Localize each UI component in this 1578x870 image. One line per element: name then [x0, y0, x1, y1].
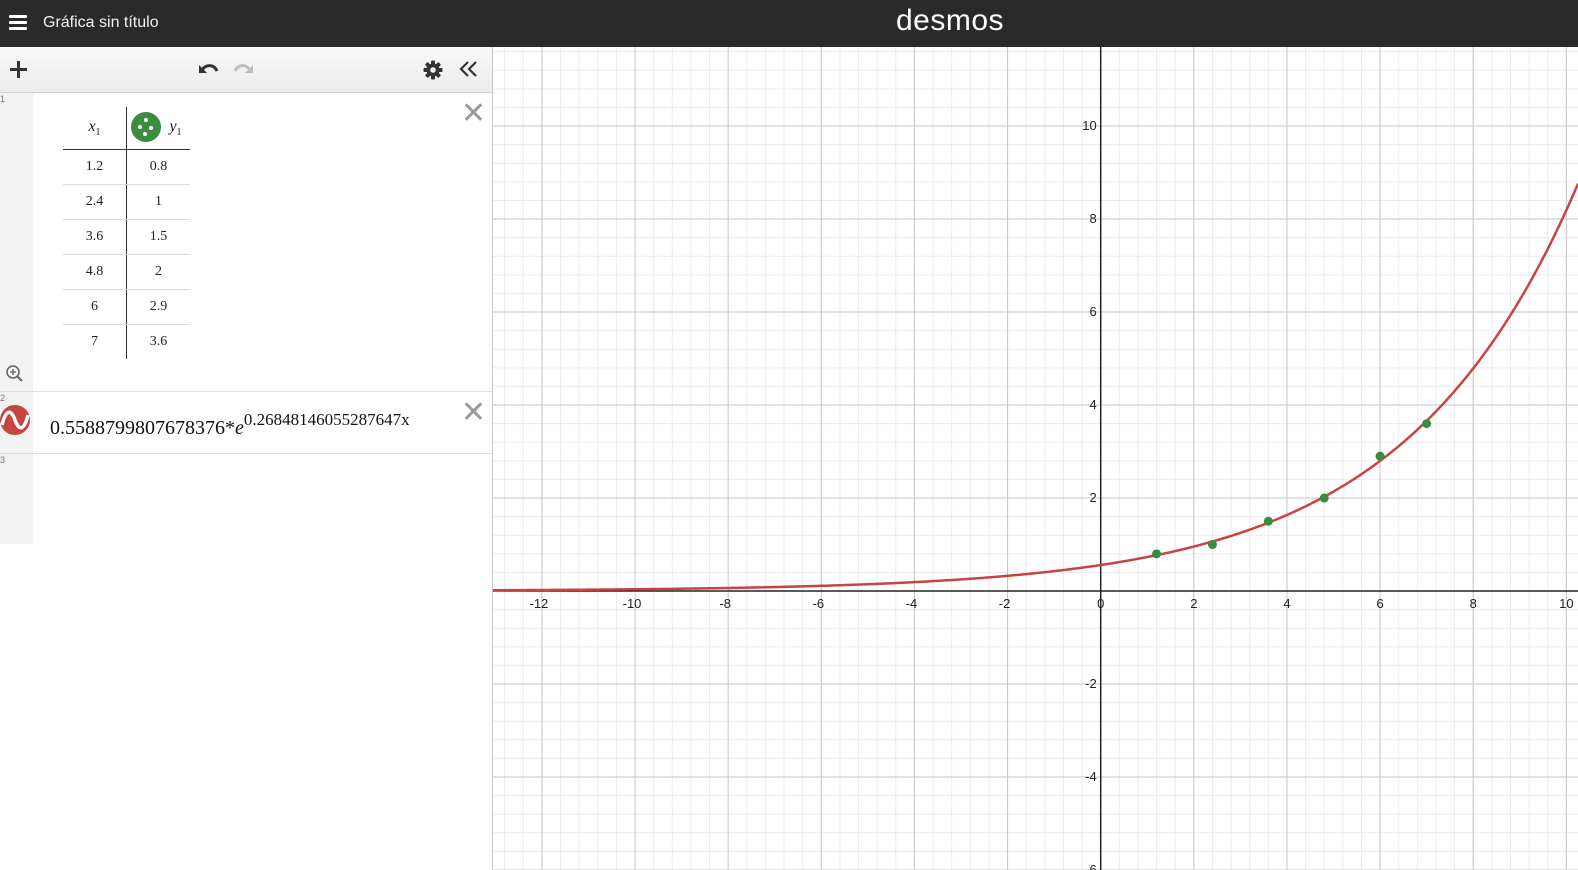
x-tick-label: 8 [1470, 596, 1477, 611]
table-row: 4.8 2 [63, 254, 190, 290]
expression-toolbar [0, 47, 492, 93]
expression-empty-row[interactable]: 3 [0, 454, 492, 544]
collapse-panel-icon[interactable] [458, 60, 480, 78]
table-cell[interactable]: 0.8 [126, 149, 190, 185]
data-point [1319, 493, 1329, 503]
data-table: x1 y1 1.2 0.8 2.4 1 3.6 1.5 4.8 2 6 2.9 … [63, 107, 190, 359]
x-tick-label: 6 [1376, 596, 1383, 611]
data-point [1422, 419, 1432, 429]
table-cell[interactable]: 6 [63, 289, 127, 325]
y-tick-label: 4 [1089, 397, 1096, 412]
exponential-curve [493, 183, 1578, 592]
x-tick-label: 2 [1190, 596, 1197, 611]
table-cell[interactable]: 1.2 [63, 149, 127, 185]
y-tick-label: 10 [1082, 118, 1096, 133]
delete-expression-icon[interactable]: ✕ [461, 398, 486, 428]
add-expression-icon[interactable] [9, 60, 28, 79]
desmos-logo: desmos [895, 4, 1005, 37]
top-bar: Gráfica sin título desmos [0, 0, 1578, 47]
table-cell[interactable]: 7 [63, 324, 127, 359]
table-cell[interactable]: 2.9 [126, 289, 190, 325]
y-tick-label: 2 [1089, 490, 1096, 505]
table-cell[interactable]: 3.6 [127, 325, 191, 360]
zoom-fit-icon[interactable] [5, 364, 23, 382]
undo-icon[interactable] [196, 60, 220, 78]
expression-index: 1 [0, 94, 6, 104]
y-tick-label: -6 [1085, 862, 1097, 870]
delete-expression-icon[interactable]: ✕ [461, 99, 486, 129]
x-tick-label: -12 [529, 596, 548, 611]
menu-icon[interactable] [9, 15, 27, 31]
y-tick-label: -4 [1085, 769, 1097, 784]
y-tick-label: -2 [1085, 676, 1097, 691]
data-point [1152, 549, 1162, 559]
table-cell[interactable]: 4.8 [63, 254, 127, 290]
x-tick-label: -2 [999, 596, 1011, 611]
table-row: 3.6 1.5 [63, 219, 190, 255]
formula-exponent: 0.26848146055287647x [243, 410, 410, 429]
column-header-x[interactable]: x1 [63, 107, 127, 150]
column-y-var: y [169, 117, 177, 135]
column-x-var: x [88, 117, 96, 135]
formula-base: e [235, 417, 244, 439]
x-tick-label: -8 [719, 596, 731, 611]
graph-title[interactable]: Gráfica sin título [43, 14, 159, 32]
x-tick-label: 0 [1097, 596, 1104, 611]
expression-panel: 1 ✕ x1 y1 1.2 0.8 2.4 1 3.6 1.5 4.8 2 6 … [0, 47, 493, 870]
data-point [1263, 516, 1273, 526]
expression-index: 3 [0, 455, 6, 465]
x-tick-label: -10 [623, 596, 642, 611]
table-cell[interactable]: 1 [126, 184, 190, 220]
table-cell[interactable]: 1.5 [126, 219, 190, 255]
column-header-y[interactable]: y1 [126, 107, 190, 150]
data-point [1375, 451, 1385, 461]
y-tick-label: 8 [1089, 211, 1096, 226]
data-point [1207, 540, 1217, 550]
x-tick-label: -6 [813, 596, 825, 611]
formula-input[interactable]: 0.5588799807678376*e0.26848146055287647x [50, 410, 410, 440]
x-tick-label: 4 [1283, 596, 1290, 611]
column-x-sub: 1 [95, 127, 101, 139]
expression-index: 2 [0, 393, 6, 403]
table-row: 1.2 0.8 [63, 149, 190, 185]
settings-gear-icon[interactable] [423, 60, 443, 80]
y-tick-label: 6 [1089, 304, 1096, 319]
expression-table-row[interactable]: 1 ✕ x1 y1 1.2 0.8 2.4 1 3.6 1.5 4.8 2 6 … [0, 93, 492, 392]
redo-icon[interactable] [232, 60, 256, 78]
column-y-sub: 1 [176, 127, 182, 139]
formula-coefficient: 0.5588799807678376* [50, 417, 235, 439]
curve-color-icon[interactable] [0, 405, 30, 435]
x-tick-label: 10 [1559, 596, 1573, 611]
x-tick-label: -4 [906, 596, 918, 611]
table-cell[interactable]: 2.4 [63, 184, 127, 220]
graph-canvas[interactable]: -12 -10 -8 -6 -4 -2 0 2 4 6 8 10 -6 -4 -2 2 4 6 8 10 [493, 47, 1578, 870]
table-row: 2.4 1 [63, 184, 190, 220]
table-cell[interactable]: 2 [126, 254, 190, 290]
table-row: 7 3.6 [63, 324, 191, 360]
table-cell[interactable]: 3.6 [63, 219, 127, 255]
table-row: 6 2.9 [63, 289, 190, 325]
point-style-icon[interactable] [131, 112, 161, 142]
expression-formula-row[interactable]: 2 ✕ 0.5588799807678376*e0.26848146055287… [0, 392, 492, 454]
